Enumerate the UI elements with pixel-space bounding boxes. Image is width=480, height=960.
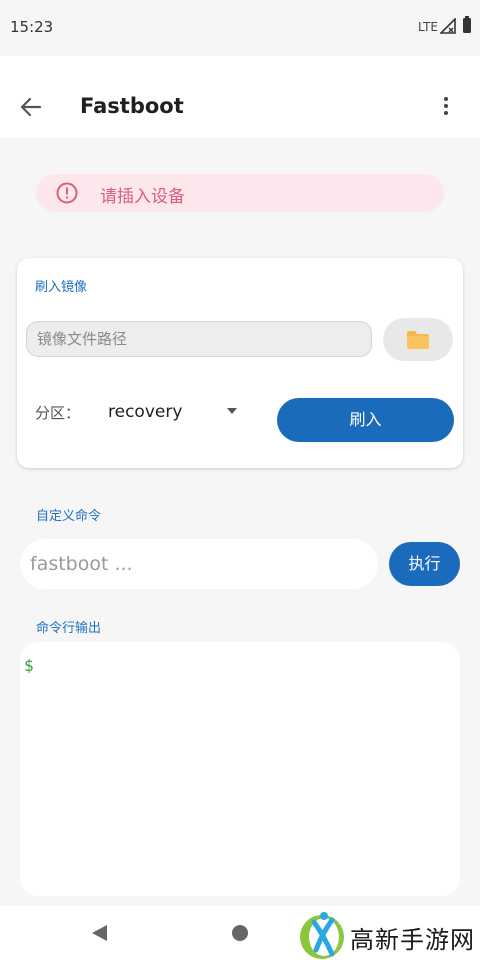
folder-icon xyxy=(407,331,429,349)
flash-section-label: 刷入镜像 xyxy=(35,280,88,295)
command-input[interactable]: fastboot ... xyxy=(20,539,378,589)
flash-button[interactable]: 刷入 xyxy=(277,398,454,442)
app-bar: Fastboot xyxy=(0,56,480,138)
back-arrow-icon[interactable] xyxy=(18,94,44,120)
dropdown-arrow-icon[interactable] xyxy=(225,406,239,416)
circle-home-icon[interactable] xyxy=(232,925,248,941)
page-title: Fastboot xyxy=(80,94,184,118)
folder-picker-button[interactable] xyxy=(383,318,453,361)
terminal-prompt: $ xyxy=(24,656,34,675)
error-circle-icon xyxy=(56,182,78,204)
partition-select[interactable]: recovery xyxy=(108,402,182,422)
terminal-output: $ xyxy=(20,642,460,896)
more-vert-icon[interactable] xyxy=(434,94,458,120)
watermark: 高新手游网 xyxy=(298,910,478,960)
status-time: 15:23 xyxy=(10,18,54,36)
watermark-text: 高新手游网 xyxy=(350,926,475,954)
network-type: LTE xyxy=(418,20,438,34)
partition-label: 分区： xyxy=(35,404,81,422)
battery-icon xyxy=(463,16,471,33)
signal-icon xyxy=(440,18,456,34)
watermark-logo-icon xyxy=(300,912,344,959)
triangle-back-icon[interactable] xyxy=(92,925,107,941)
output-label: 命令行输出 xyxy=(36,621,102,636)
flash-image-card: 刷入镜像 镜像文件路径 分区： recovery 刷入 xyxy=(17,258,463,468)
device-warning-banner: 请插入设备 xyxy=(36,174,444,212)
image-path-input[interactable]: 镜像文件路径 xyxy=(26,321,372,357)
warning-message: 请插入设备 xyxy=(100,187,185,207)
status-bar: 15:23 LTE xyxy=(0,0,480,56)
custom-command-label: 自定义命令 xyxy=(36,509,102,524)
execute-button[interactable]: 执行 xyxy=(389,542,460,586)
